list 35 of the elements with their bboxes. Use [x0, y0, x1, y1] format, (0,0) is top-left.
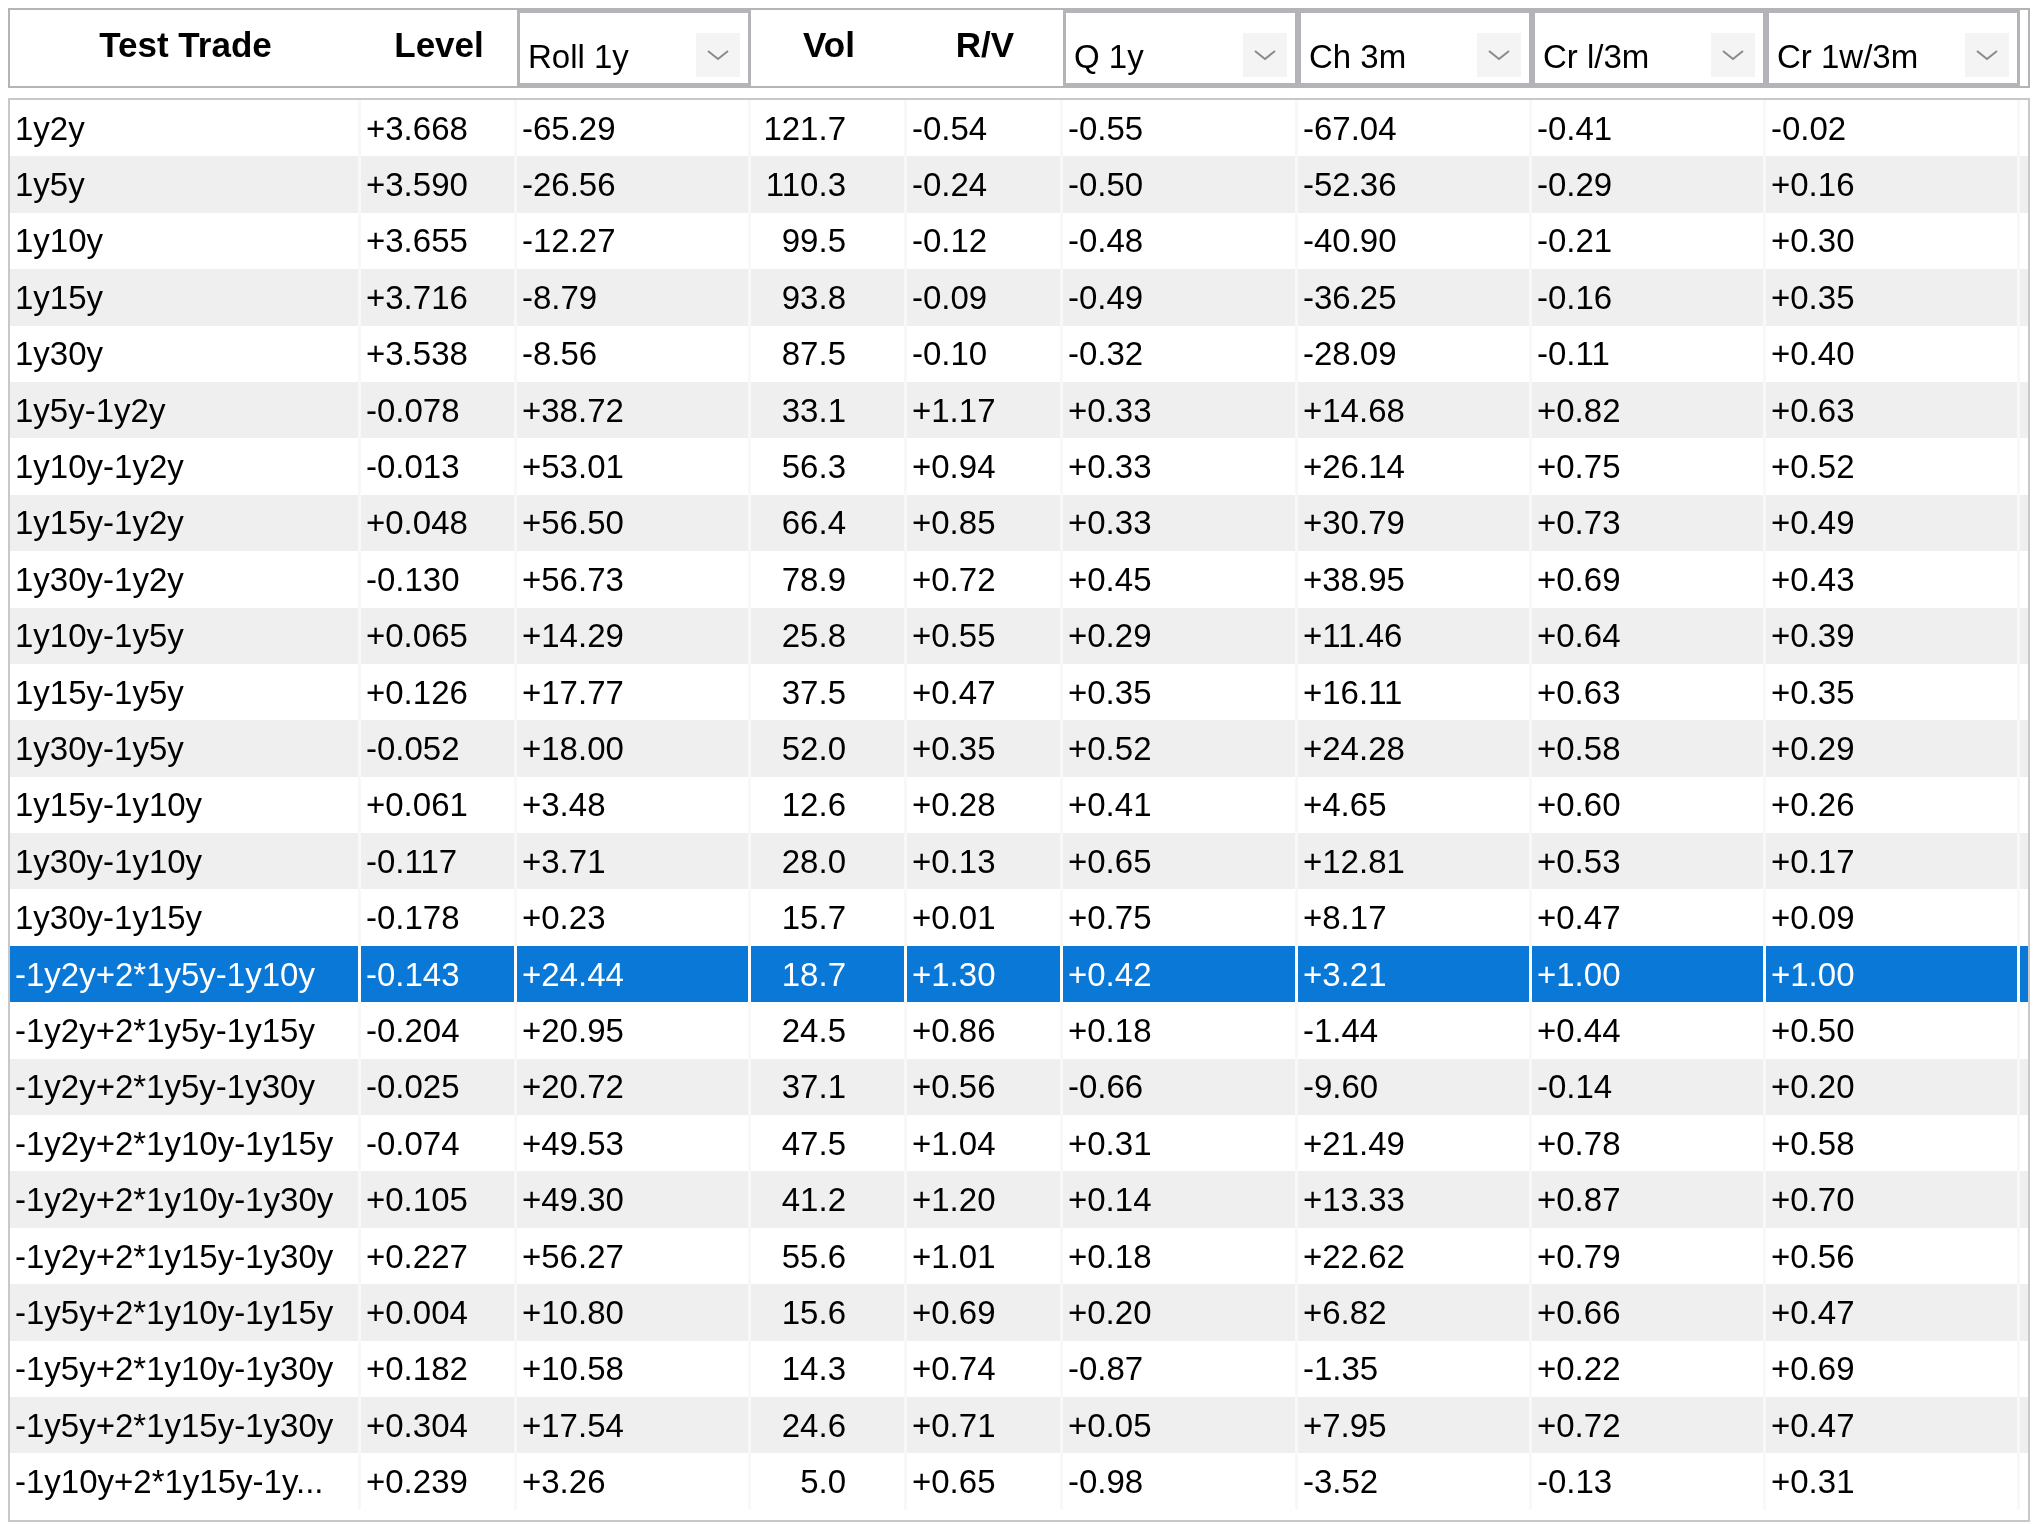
- column-dropdown[interactable]: Cr l/3m: [1532, 10, 1766, 86]
- table-cell: -1y10y+2*1y15y-1y...: [10, 1453, 361, 1510]
- table-cell: -3.52: [1298, 1453, 1532, 1510]
- table-cell: +0.65: [907, 1453, 1063, 1510]
- column-header: Vol: [803, 26, 855, 62]
- column-dropdown[interactable]: Ch 3m: [1298, 10, 1532, 86]
- table-row[interactable]: 1y10y-1y5y +0.065 +14.29 25.8 +0.55 +0.29 +11.46 +0.64 +0.39: [10, 607, 2028, 664]
- table-row[interactable]: -1y5y+2*1y15y-1y30y +0.304 +17.54 24.6 +0.71 +0.05 +7.95 +0.72 +0.47: [10, 1397, 2028, 1454]
- column-dropdown[interactable]: Q 1y: [1063, 10, 1298, 86]
- table-cell: +0.239: [361, 1453, 517, 1510]
- column-header: Test Trade: [99, 26, 272, 62]
- chevron-down-icon: [1486, 47, 1512, 63]
- table-row[interactable]: 1y30y-1y5y -0.052 +18.00 52.0 +0.35 +0.52 +24.28 +0.58 +0.29: [10, 720, 2028, 777]
- chevron-down-icon: [1974, 47, 2000, 63]
- table-cell: -0.98: [1063, 1453, 1298, 1510]
- column-dropdown[interactable]: Roll 1y: [517, 10, 751, 86]
- column-dropdown[interactable]: Cr 1w/3m: [1766, 10, 2020, 86]
- table-cell: -0.13: [1532, 1453, 1766, 1510]
- table-cell: 5.0: [751, 1453, 907, 1510]
- table-row[interactable]: 1y5y-1y2y -0.078 +38.72 33.1 +1.17 +0.33 +14.68 +0.82 +0.63: [10, 381, 2028, 439]
- column-header: R/V: [955, 26, 1015, 62]
- table-cell: +3.26: [517, 1453, 751, 1510]
- table-row[interactable]: -1y2y+2*1y5y-1y10y -0.143 +24.44 18.7 +1.30 +0.42 +3.21 +1.00 +1.00: [10, 945, 2028, 1003]
- chevron-down-icon: [1720, 47, 1746, 63]
- table-row[interactable]: 1y30y-1y10y -0.117 +3.71 28.0 +0.13 +0.65 +12.81 +0.53 +0.17: [10, 833, 2028, 890]
- chevron-down-icon: [705, 47, 731, 63]
- table-cell: +0.31: [1766, 1453, 2020, 1510]
- table-row[interactable]: 1y15y-1y2y +0.048 +56.50 66.4 +0.85 +0.33 +30.79 +0.73 +0.49: [10, 494, 2028, 552]
- table-row[interactable]: 1y15y +3.716 -8.79 93.8 -0.09 -0.49 -36.25 -0.16 +0.35: [10, 269, 2028, 326]
- table-row[interactable]: -1y5y+2*1y10y-1y15y +0.004 +10.80 15.6 +0.69 +0.20 +6.82 +0.66 +0.47: [10, 1284, 2028, 1341]
- table-row[interactable]: -1y2y+2*1y5y-1y30y -0.025 +20.72 37.1 +0.56 -0.66 -9.60 -0.14 +0.20: [10, 1058, 2028, 1116]
- table-row[interactable]: 1y5y +3.590 -26.56 110.3 -0.24 -0.50 -52.36 -0.29 +0.16: [10, 156, 2028, 213]
- table-row[interactable]: -1y2y+2*1y10y-1y30y +0.105 +49.30 41.2 +1.20 +0.14 +13.33 +0.87 +0.70: [10, 1171, 2028, 1228]
- chevron-down-icon: [1252, 47, 1278, 63]
- column-header: Level: [394, 26, 484, 62]
